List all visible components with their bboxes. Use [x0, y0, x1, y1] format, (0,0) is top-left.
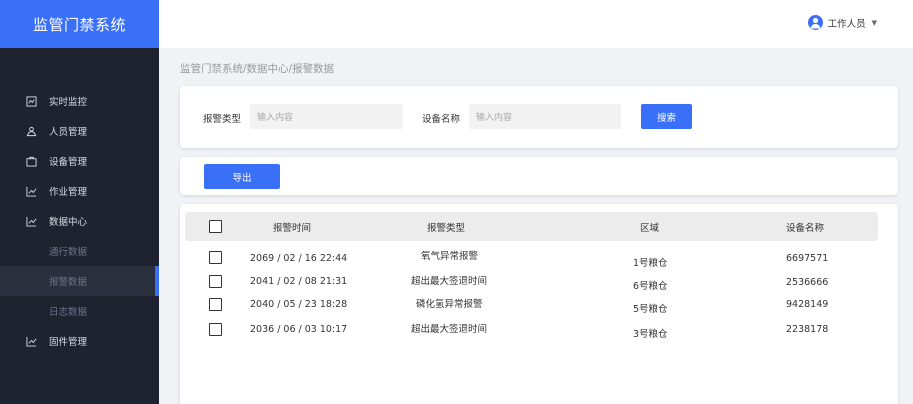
- top-bar: 工作人员 ▼: [159, 0, 913, 48]
- cell-device-name: 9428149: [786, 299, 829, 310]
- sidebar-item-data-center[interactable]: 数据中心: [0, 206, 159, 236]
- cell-device-name: 2238178: [786, 324, 829, 335]
- breadcrumb: 监管门禁系统/数据中心/报警数据: [180, 63, 335, 75]
- sidebar-item-label: 作业管理: [49, 187, 88, 198]
- cell-alarm-time: 2069 / 02 / 16 22:44: [250, 253, 348, 264]
- row-checkbox[interactable]: [209, 298, 222, 311]
- header-area: 区域: [640, 222, 660, 234]
- cell-alarm-type: 超出最大签退时间: [411, 276, 488, 287]
- sidebar-item-device[interactable]: 设备管理: [0, 146, 159, 176]
- device-name-label: 设备名称: [422, 114, 461, 125]
- device-name-input[interactable]: 输入内容: [469, 104, 621, 129]
- cell-device-name: 6697571: [786, 253, 829, 264]
- chevron-down-icon: ▼: [871, 18, 877, 27]
- sidebar-item-label: 人员管理: [49, 127, 88, 138]
- alarm-table: 报警时间 报警类型 区域 设备名称 2069 / 02 / 16 22:44 氧…: [180, 204, 898, 404]
- search-button[interactable]: 搜索: [641, 104, 692, 129]
- cell-area: 5号粮仓: [633, 304, 668, 315]
- chart-icon: [25, 95, 37, 107]
- header-device-name: 设备名称: [786, 222, 825, 234]
- trend-icon: [25, 215, 37, 227]
- toolbar-panel: 导出: [180, 157, 898, 195]
- user-menu[interactable]: 工作人员 ▼: [807, 15, 877, 30]
- cell-area: 6号粮仓: [633, 281, 668, 292]
- avatar: [807, 15, 823, 30]
- sidebar-subitem-alarm-data[interactable]: 报警数据: [0, 266, 159, 296]
- table-header: 报警时间 报警类型 区域 设备名称: [185, 212, 878, 241]
- cell-area: 1号粮仓: [633, 258, 668, 269]
- cell-alarm-time: 2040 / 05 / 23 18:28: [250, 299, 348, 310]
- device-icon: [25, 155, 37, 167]
- user-name: 工作人员: [827, 18, 866, 30]
- sidebar-item-label: 数据中心: [49, 217, 88, 228]
- sidebar-item-realtime-monitor[interactable]: 实时监控: [0, 86, 159, 116]
- sidebar-item-firmware[interactable]: 固件管理: [0, 326, 159, 356]
- row-checkbox[interactable]: [209, 251, 222, 264]
- cell-alarm-type: 磷化氢异常报警: [416, 299, 483, 310]
- trend-icon: [25, 335, 37, 347]
- alarm-type-label: 报警类型: [203, 114, 242, 125]
- sidebar-item-label: 固件管理: [49, 337, 88, 348]
- sidebar-item-label: 设备管理: [49, 157, 88, 168]
- search-panel: 报警类型 输入内容 设备名称 输入内容 搜索: [180, 86, 898, 148]
- sidebar-item-personnel[interactable]: 人员管理: [0, 116, 159, 146]
- sidebar: 监管门禁系统 实时监控 人员管理 设备管理 作业管理 数据中心 通行数据 报警数…: [0, 0, 159, 404]
- app-title: 监管门禁系统: [0, 0, 159, 48]
- sidebar-item-operations[interactable]: 作业管理: [0, 176, 159, 206]
- cell-alarm-type: 超出最大签退时间: [411, 324, 488, 335]
- trend-icon: [25, 185, 37, 197]
- sidebar-nav: 实时监控 人员管理 设备管理 作业管理 数据中心 通行数据 报警数据 日志数据 …: [0, 86, 159, 356]
- export-button[interactable]: 导出: [204, 164, 280, 189]
- people-icon: [25, 125, 37, 137]
- row-checkbox[interactable]: [209, 275, 222, 288]
- cell-alarm-type: 氧气异常报警: [421, 251, 479, 262]
- header-alarm-type: 报警类型: [427, 222, 466, 234]
- cell-device-name: 2536666: [786, 277, 829, 288]
- cell-alarm-time: 2036 / 06 / 03 10:17: [250, 324, 348, 335]
- cell-alarm-time: 2041 / 02 / 08 21:31: [250, 276, 348, 287]
- select-all-checkbox[interactable]: [209, 220, 222, 233]
- sidebar-subitem-log-data[interactable]: 日志数据: [0, 296, 159, 326]
- header-alarm-time: 报警时间: [273, 222, 312, 234]
- row-checkbox[interactable]: [209, 323, 222, 336]
- sidebar-item-label: 实时监控: [49, 97, 88, 108]
- sidebar-subitem-access-data[interactable]: 通行数据: [0, 236, 159, 266]
- cell-area: 3号粮仓: [633, 329, 668, 340]
- alarm-type-input[interactable]: 输入内容: [250, 104, 403, 129]
